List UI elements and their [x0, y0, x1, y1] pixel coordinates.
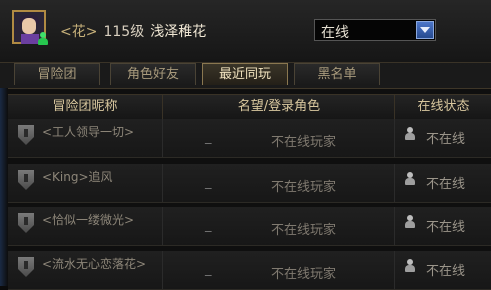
icon-body [405, 133, 415, 140]
player-info: <花> 115级 浅泽稚花 [60, 21, 206, 41]
table-row[interactable]: <King>追风 _ 不在线玩家 不在线 [8, 164, 491, 203]
fame-value: _ [205, 262, 212, 277]
person-icon [405, 215, 415, 229]
column-header-nickname[interactable]: 冒险团昵称 [8, 95, 162, 119]
column-divider [162, 119, 163, 157]
avatar-body [21, 34, 39, 44]
chevron-down-icon[interactable] [416, 21, 434, 39]
icon-body [405, 265, 415, 272]
person-icon [405, 172, 415, 186]
tab-adventure-team[interactable]: 冒险团 [14, 63, 100, 85]
team-nickname: <恰似一缕微光> [42, 213, 135, 227]
status-dropdown[interactable]: 在线 [314, 19, 436, 41]
online-status: 不在线 [426, 177, 466, 192]
icon-body [405, 178, 415, 185]
fame-value: _ [205, 175, 212, 190]
online-status: 不在线 [426, 264, 466, 279]
column-divider [162, 164, 163, 202]
team-nickname: <工人领导一切> [42, 125, 135, 139]
person-icon [405, 127, 415, 141]
fame-value: _ [205, 130, 212, 145]
table-header: 冒险团昵称 名望/登录角色 在线状态 [8, 94, 491, 120]
login-role: 不在线玩家 [271, 267, 337, 282]
column-divider [394, 207, 395, 245]
online-person-icon [38, 32, 48, 46]
guild-tag: <花> [60, 24, 98, 40]
guild-shield-icon [18, 125, 34, 145]
fame-value: _ [205, 218, 212, 233]
login-role: 不在线玩家 [271, 180, 337, 195]
guild-shield-icon [18, 213, 34, 233]
status-dropdown-value: 在线 [321, 25, 349, 41]
tab-blacklist[interactable]: 黑名单 [294, 63, 380, 85]
column-header-fame-role[interactable]: 名望/登录角色 [162, 95, 395, 119]
team-nickname: <流水无心恋落花> [42, 257, 147, 271]
table-row[interactable]: <工人领导一切> _ 不在线玩家 不在线 [8, 119, 491, 158]
recent-players-table: 冒险团昵称 名望/登录角色 在线状态 <工人领导一切> _ 不在线玩家 不在线 … [8, 88, 491, 290]
column-divider [394, 119, 395, 157]
avatar-face [22, 18, 36, 34]
column-header-status[interactable]: 在线状态 [394, 95, 491, 119]
column-divider [394, 251, 395, 289]
online-status: 不在线 [426, 132, 466, 147]
icon-body [38, 38, 48, 45]
player-name: 浅泽稚花 [150, 24, 207, 40]
table-row[interactable]: <恰似一缕微光> _ 不在线玩家 不在线 [8, 207, 491, 246]
online-status: 不在线 [426, 220, 466, 235]
login-role: 不在线玩家 [271, 135, 337, 150]
player-header: <花> 115级 浅泽稚花 在线 [0, 0, 491, 63]
team-nickname: <King>追风 [42, 170, 113, 184]
left-edge-decoration [0, 88, 8, 286]
tab-recent-players[interactable]: 最近同玩 [202, 63, 288, 85]
column-divider [394, 164, 395, 202]
column-divider [162, 251, 163, 289]
person-icon [405, 259, 415, 273]
table-row[interactable]: <流水无心恋落花> _ 不在线玩家 不在线 [8, 251, 491, 290]
tab-character-friends[interactable]: 角色好友 [110, 63, 196, 85]
login-role: 不在线玩家 [271, 223, 337, 238]
guild-shield-icon [18, 257, 34, 277]
friends-panel: <花> 115级 浅泽稚花 在线 冒险团 角色好友 最近同玩 黑名单 冒险团昵称 名… [0, 0, 491, 290]
icon-body [405, 221, 415, 228]
guild-shield-icon [18, 170, 34, 190]
column-divider [162, 207, 163, 245]
player-level: 115级 [103, 24, 145, 40]
